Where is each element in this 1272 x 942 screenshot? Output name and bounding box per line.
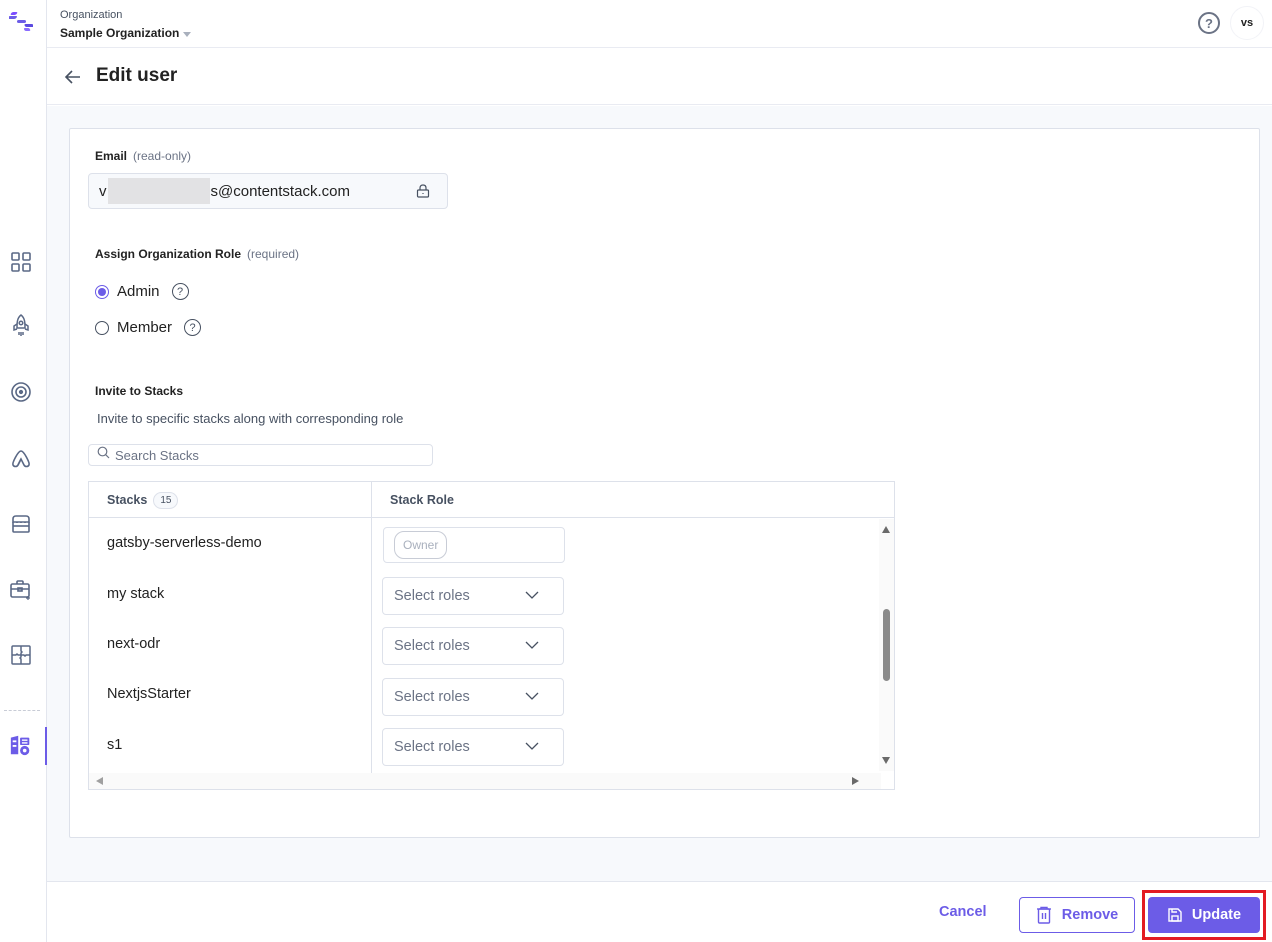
remove-button[interactable]: Remove xyxy=(1019,897,1135,933)
org-role-label: Assign Organization Role (required) xyxy=(95,247,299,261)
sidebar xyxy=(0,0,47,942)
arrow-left-icon[interactable] xyxy=(63,67,83,87)
automate-icon[interactable] xyxy=(9,446,33,470)
dashboard-grid-icon[interactable] xyxy=(9,250,33,274)
update-label: Update xyxy=(1191,907,1242,923)
stack-name: NextjsStarter xyxy=(107,686,191,702)
scroll-up-arrow-icon[interactable] xyxy=(882,526,890,533)
sidebar-divider xyxy=(4,710,40,711)
stack-role-placeholder: Select roles xyxy=(394,588,470,604)
email-label: Email (read-only) xyxy=(95,149,191,163)
trash-icon xyxy=(1036,906,1051,924)
search-stacks-input[interactable] xyxy=(115,447,415,463)
chevron-down-icon xyxy=(525,641,539,649)
stack-role-placeholder: Select roles xyxy=(394,638,470,654)
stack-name: gatsby-serverless-demo xyxy=(107,535,262,551)
remove-label: Remove xyxy=(1061,907,1119,923)
stack-name: my stack xyxy=(107,586,165,602)
update-highlight: Update xyxy=(1142,890,1266,940)
caret-down-icon xyxy=(183,31,192,37)
question-circle-icon[interactable]: ? xyxy=(1198,12,1220,34)
rocket-launch-icon[interactable] xyxy=(9,314,33,338)
column-header-stack-role: Stack Role xyxy=(390,493,454,507)
scrollbar-thumb[interactable] xyxy=(883,609,890,681)
top-bar: Organization Sample Organization ? vs xyxy=(47,0,1272,48)
org-switcher[interactable]: Sample Organization xyxy=(60,26,192,40)
lock-icon xyxy=(415,183,431,199)
question-circle-icon[interactable]: ? xyxy=(184,319,202,336)
contentstack-logo-icon[interactable] xyxy=(7,10,34,32)
stack-role-select[interactable]: Select roles xyxy=(382,678,564,716)
scroll-left-arrow-icon[interactable] xyxy=(96,777,103,785)
radio-member-input[interactable] xyxy=(95,320,109,335)
toolbox-icon[interactable] xyxy=(9,578,33,602)
org-role-hint: (required) xyxy=(247,247,300,261)
radio-admin-label: Admin xyxy=(117,283,160,300)
avatar[interactable]: vs xyxy=(1230,6,1264,40)
page-header: Edit user xyxy=(47,49,1272,105)
org-role-label-text: Assign Organization Role xyxy=(95,247,242,261)
radio-member[interactable]: Member ? xyxy=(95,319,202,336)
scroll-right-arrow-icon[interactable] xyxy=(852,777,859,785)
chevron-down-icon xyxy=(525,692,539,700)
email-hint: (read-only) xyxy=(133,149,192,163)
stack-role-placeholder: Select roles xyxy=(394,739,470,755)
stack-role-locked: Owner xyxy=(383,527,565,563)
puzzle-extensions-icon[interactable] xyxy=(9,643,33,667)
radio-admin[interactable]: Admin ? xyxy=(95,283,189,300)
email-redacted xyxy=(107,178,210,204)
email-label-text: Email xyxy=(95,149,128,163)
stack-role-select[interactable]: Select roles xyxy=(382,577,564,615)
cancel-button[interactable]: Cancel xyxy=(939,904,987,920)
stacks-table: Stacks 15 Stack Role gatsby-serverless-d… xyxy=(88,481,895,790)
stack-name: next-odr xyxy=(107,636,161,652)
column-divider xyxy=(371,482,372,785)
email-value-prefix: v xyxy=(99,182,107,200)
column-header-stacks: Stacks 15 xyxy=(107,482,179,518)
chevron-down-icon xyxy=(525,742,539,750)
search-icon xyxy=(97,446,110,464)
footer-actions: Cancel Remove Update xyxy=(47,881,1272,942)
chevron-down-icon xyxy=(525,591,539,599)
save-icon xyxy=(1168,908,1182,922)
table-header: Stacks 15 Stack Role xyxy=(89,482,894,518)
marketplace-store-icon[interactable] xyxy=(9,512,33,536)
horizontal-scrollbar[interactable] xyxy=(89,773,881,789)
target-icon[interactable] xyxy=(9,380,33,404)
invite-stacks-description: Invite to specific stacks along with cor… xyxy=(97,411,404,426)
question-circle-icon[interactable]: ? xyxy=(171,283,189,300)
vertical-scrollbar[interactable] xyxy=(879,519,894,771)
org-label: Organization xyxy=(60,9,123,21)
email-field: v s@contentstack.com xyxy=(88,173,448,209)
stack-role-select[interactable]: Select roles xyxy=(382,728,564,766)
owner-role-pill: Owner xyxy=(394,531,448,559)
page-title: Edit user xyxy=(96,65,178,86)
email-value-suffix: s@contentstack.com xyxy=(210,182,350,200)
stack-role-placeholder: Select roles xyxy=(394,689,470,705)
stack-role-select[interactable]: Select roles xyxy=(382,627,564,665)
radio-admin-input[interactable] xyxy=(95,284,109,299)
scroll-down-arrow-icon[interactable] xyxy=(882,757,890,764)
stacks-count-badge: 15 xyxy=(153,491,179,509)
radio-member-label: Member xyxy=(117,319,173,336)
update-button[interactable]: Update xyxy=(1148,897,1260,933)
stack-name: s1 xyxy=(107,737,123,753)
organization-settings-icon[interactable] xyxy=(9,733,33,757)
org-name: Sample Organization xyxy=(60,26,180,40)
column-stacks-label: Stacks xyxy=(107,493,148,507)
invite-stacks-label: Invite to Stacks xyxy=(95,384,184,398)
search-stacks-field[interactable] xyxy=(88,444,433,466)
